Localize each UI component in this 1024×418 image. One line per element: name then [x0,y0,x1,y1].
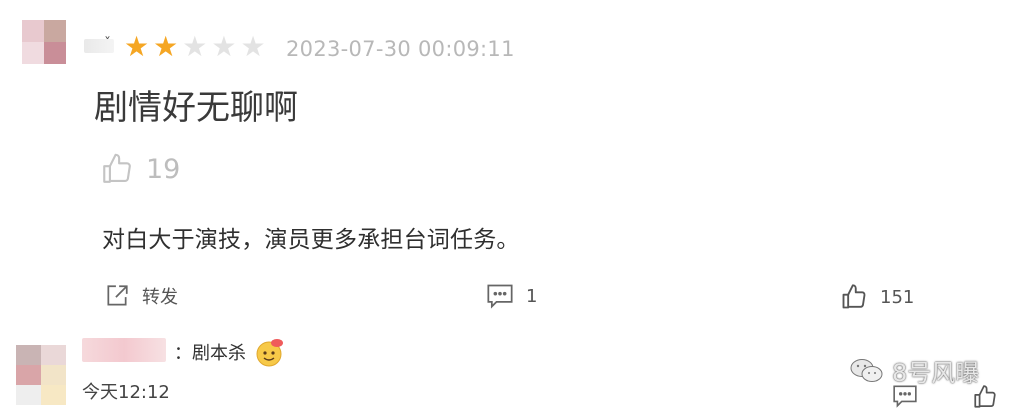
star-icon: ★ [211,30,237,63]
avatar[interactable] [22,20,66,64]
reply-comment-button[interactable] [892,384,918,408]
thumbs-up-icon [974,385,996,408]
watermark: 8号风曝 [850,353,979,388]
reply-username-blurred[interactable] [82,338,166,362]
star-icon: ★ [182,30,208,63]
like-button[interactable]: 151 [840,283,914,311]
reply-avatar[interactable] [16,345,66,405]
rating-stars: ★ ★ ★ ★ ★ [124,30,266,64]
review-timestamp: 2023-07-30 00:09:11 [286,37,515,61]
star-icon: ★ [153,30,179,63]
thumbs-up-icon [103,153,131,183]
reply-like-button[interactable] [972,384,998,410]
comment-icon [893,385,917,408]
thumbs-up-icon [842,284,866,309]
reply-time: 今天12:12 [82,382,170,403]
title-like-count: 19 [146,153,181,185]
share-icon [107,285,128,306]
share-label: 转发 [142,287,178,308]
share-button[interactable]: 转发 [104,283,178,309]
like-count: 151 [880,286,915,308]
star-icon: ★ [240,30,266,63]
watermark-text: 8号风曝 [892,359,980,387]
reply-text: ：剧本杀 [174,343,246,364]
title-like-button[interactable]: 19 [100,152,180,186]
comment-icon [487,284,513,309]
review-title: 剧情好无聊啊 [94,88,298,128]
comment-count: 1 [526,285,538,307]
comment-button[interactable]: 1 [486,283,537,309]
username-mark: ˇ [104,36,111,52]
wechat-icon [850,358,883,382]
review-body: 对白大于演技，演员更多承担台词任务。 [102,227,520,253]
star-icon: ★ [124,30,150,63]
emoji-icon [256,339,283,367]
